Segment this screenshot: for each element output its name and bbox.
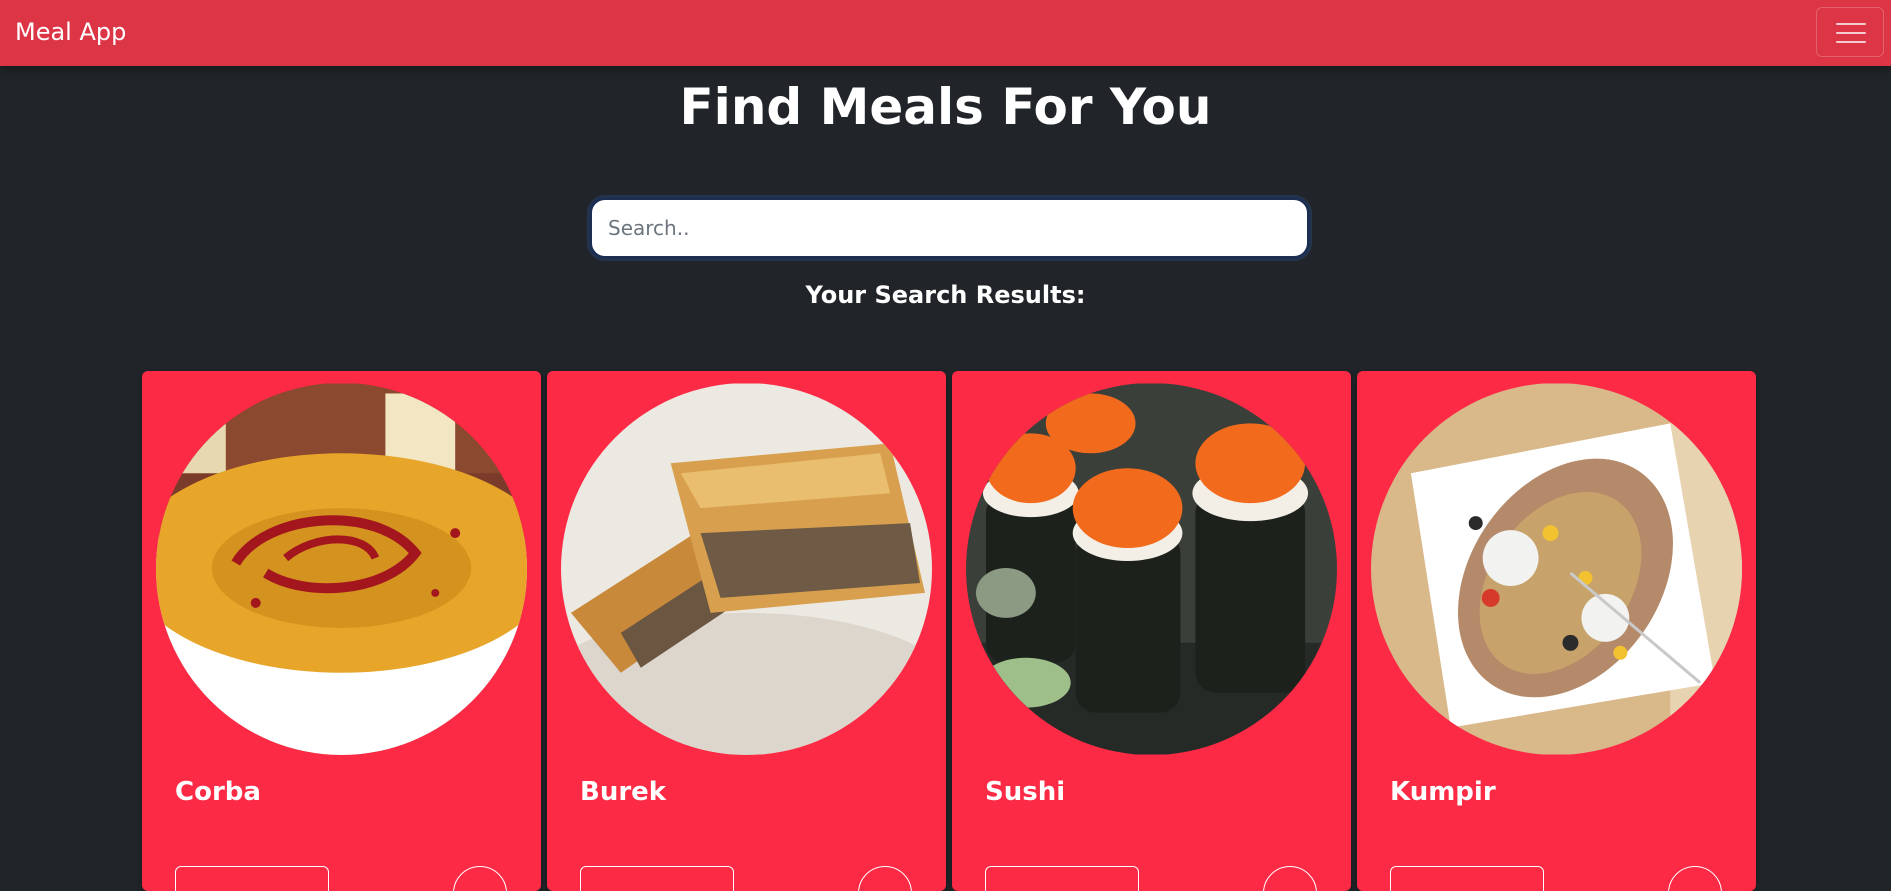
meal-card: Corba: [142, 371, 541, 891]
stuffed-potato-photo: [1371, 383, 1742, 755]
meal-image: [966, 383, 1337, 755]
meal-image: [561, 383, 932, 755]
favorite-button[interactable]: [858, 866, 912, 891]
meal-details-button[interactable]: [580, 866, 734, 891]
navbar: Meal App: [0, 0, 1891, 66]
page-title: Find Meals For You: [679, 78, 1212, 136]
meal-details-button[interactable]: [1390, 866, 1544, 891]
meal-name: Burek: [580, 777, 667, 807]
meal-details-button[interactable]: [175, 866, 329, 891]
meal-card-list: Corba Burek Sushi Kumpir: [142, 371, 1758, 891]
favorite-button[interactable]: [1263, 866, 1317, 891]
pastry-pie-photo: [561, 383, 932, 755]
meal-image: [1371, 383, 1742, 755]
meal-name: Corba: [175, 777, 261, 807]
meal-name: Sushi: [985, 777, 1066, 807]
menu-toggle-button[interactable]: [1816, 7, 1884, 57]
meal-card: Sushi: [952, 371, 1351, 891]
search-input[interactable]: [589, 197, 1310, 259]
favorite-button[interactable]: [1668, 866, 1722, 891]
meal-card: Burek: [547, 371, 946, 891]
meal-card: Kumpir: [1357, 371, 1756, 891]
sushi-rolls-photo: [966, 383, 1337, 755]
meal-image: [156, 383, 527, 755]
soup-bowl-photo: [156, 383, 527, 755]
favorite-button[interactable]: [453, 866, 507, 891]
meal-name: Kumpir: [1390, 777, 1496, 807]
results-heading: Your Search Results:: [805, 281, 1086, 309]
meal-details-button[interactable]: [985, 866, 1139, 891]
brand-link[interactable]: Meal App: [15, 15, 126, 49]
